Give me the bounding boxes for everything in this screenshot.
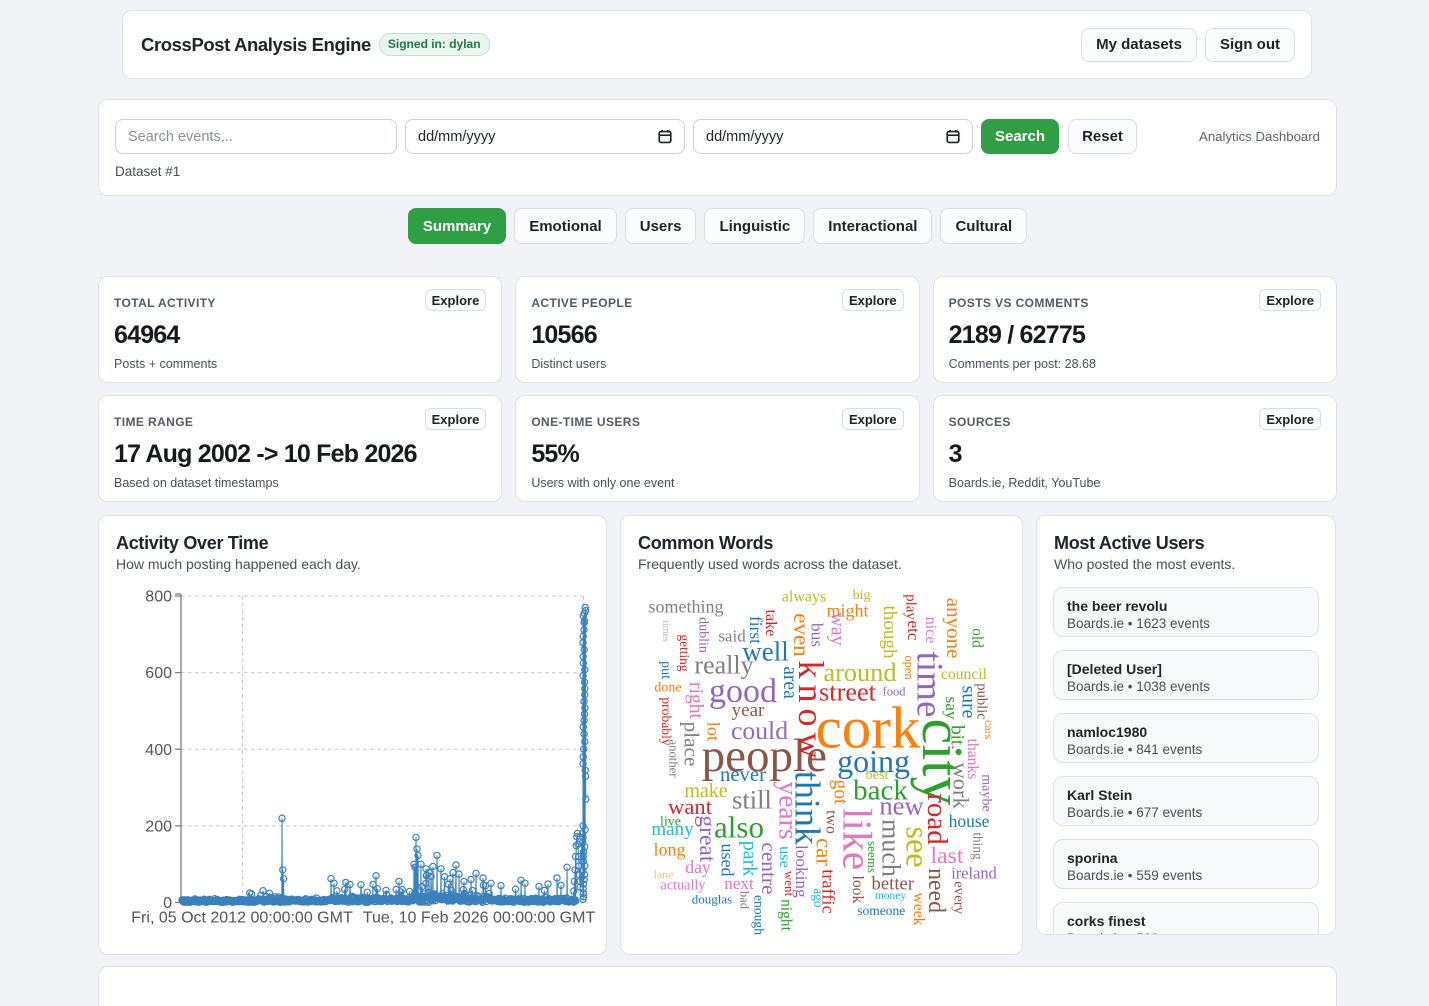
svg-text:car: car — [811, 838, 836, 866]
svg-text:look: look — [849, 875, 866, 903]
svg-text:400: 400 — [145, 742, 172, 759]
svg-text:Fri, 05 Oct 2012 00:00:00 GMT: Fri, 05 Oct 2012 00:00:00 GMT — [131, 910, 353, 927]
svg-text:though: though — [879, 605, 900, 658]
svg-text:big: big — [853, 588, 871, 603]
svg-text:enough: enough — [752, 895, 767, 935]
svg-text:got: got — [830, 780, 851, 806]
svg-text:looking: looking — [792, 845, 811, 898]
svg-text:house: house — [949, 811, 990, 831]
svg-text:public: public — [974, 683, 990, 720]
svg-text:road: road — [921, 793, 953, 845]
svg-text:600: 600 — [145, 665, 172, 682]
svg-text:play: play — [903, 594, 919, 620]
svg-text:times: times — [660, 620, 671, 642]
svg-text:take: take — [762, 610, 780, 637]
svg-text:way: way — [827, 612, 849, 645]
svg-text:put: put — [658, 661, 673, 679]
svg-text:week: week — [910, 893, 927, 926]
svg-text:anyone: anyone — [942, 598, 966, 659]
svg-text:long: long — [653, 840, 685, 860]
svg-text:nice: nice — [922, 617, 939, 644]
svg-text:right: right — [685, 682, 706, 720]
svg-text:someone: someone — [857, 903, 905, 918]
svg-text:great: great — [694, 815, 720, 862]
svg-text:douglas: douglas — [692, 892, 732, 907]
svg-text:Tue, 10 Feb 2026 00:00:00 GMT: Tue, 10 Feb 2026 00:00:00 GMT — [363, 910, 596, 927]
svg-text:getting: getting — [677, 635, 692, 672]
svg-text:another: another — [667, 739, 681, 778]
svg-text:also: also — [714, 810, 764, 845]
svg-text:place: place — [680, 722, 704, 767]
svg-text:etc: etc — [904, 620, 923, 640]
svg-text:lot: lot — [704, 722, 724, 741]
svg-text:old: old — [969, 628, 986, 648]
svg-text:done: done — [654, 681, 681, 696]
svg-text:say: say — [942, 697, 961, 720]
svg-text:money: money — [875, 890, 907, 902]
svg-text:maybe: maybe — [979, 774, 995, 812]
svg-text:ago: ago — [811, 888, 826, 907]
svg-text:many: many — [651, 819, 694, 840]
svg-text:night: night — [778, 899, 795, 932]
svg-text:bad: bad — [738, 891, 752, 910]
svg-text:seems: seems — [865, 841, 880, 873]
svg-text:work: work — [948, 762, 973, 809]
svg-text:always: always — [782, 589, 826, 606]
svg-text:something: something — [649, 597, 724, 617]
svg-text:used: used — [718, 844, 738, 877]
svg-text:bus: bus — [808, 623, 827, 647]
svg-text:think: think — [787, 771, 827, 845]
svg-text:ireland: ireland — [951, 864, 997, 883]
svg-text:800: 800 — [145, 589, 172, 606]
svg-text:every: every — [950, 881, 966, 915]
svg-text:thing: thing — [971, 832, 986, 860]
svg-text:dublin: dublin — [696, 617, 711, 653]
svg-text:cars: cars — [982, 720, 996, 740]
svg-text:know: know — [791, 661, 831, 765]
svg-text:200: 200 — [145, 818, 172, 835]
